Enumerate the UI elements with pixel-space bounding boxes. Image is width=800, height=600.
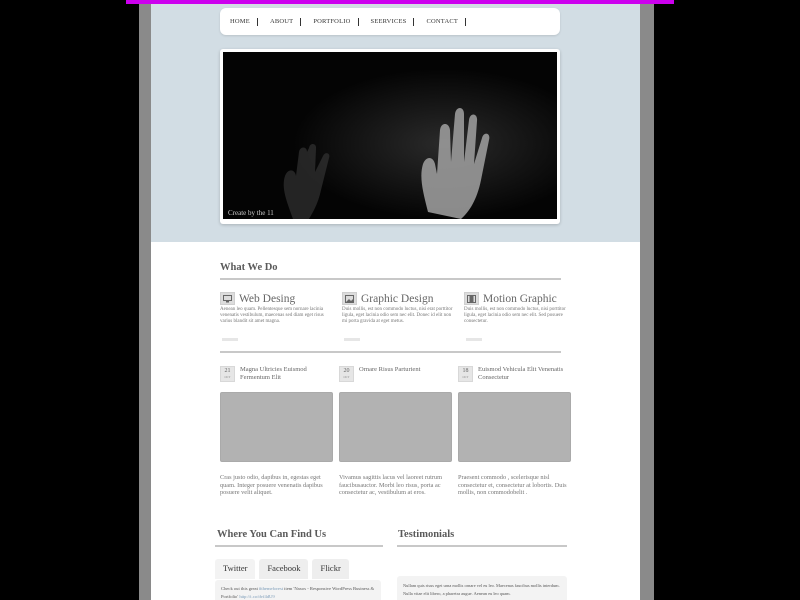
tab-twitter[interactable]: Twitter (215, 559, 256, 579)
find-us-rule (215, 545, 383, 547)
read-more-button[interactable] (466, 338, 482, 341)
what-we-do-title: What We Do (220, 262, 278, 273)
testimonials-rule (397, 545, 567, 547)
service-title: Graphic Design (361, 292, 434, 305)
slide-caption: Create by the 11 (228, 209, 274, 217)
what-we-do-rule (220, 278, 561, 280)
date-badge: 20 OCT (339, 366, 354, 382)
blog-post: 18 OCT Euismod Vehicula Elit Venenatis Co… (458, 366, 571, 497)
post-thumbnail[interactable] (220, 392, 333, 462)
nav-portfolio[interactable]: PORTFOLIO (313, 17, 359, 26)
date-badge: 21 OCT (220, 366, 235, 382)
service-text: Duis mollis, est non commodo luctus, nis… (342, 307, 453, 324)
nav-home[interactable]: HOME (230, 17, 258, 26)
service-graphic-design: Graphic Design Duis mollis, est non comm… (342, 292, 454, 341)
service-text: Duis mollis, est non commodo luctus, nis… (464, 307, 566, 324)
post-title[interactable]: Ornare Risus Parturient (359, 366, 420, 374)
film-icon (464, 292, 479, 305)
tweet-text: Check out this great (221, 586, 258, 591)
hero-slider[interactable]: Create by the 11 (220, 49, 560, 224)
read-more-button[interactable] (222, 338, 238, 341)
post-thumbnail[interactable] (339, 392, 452, 462)
image-icon (342, 292, 357, 305)
right-gutter (640, 4, 654, 600)
hand-photo (223, 52, 557, 219)
post-excerpt: Praesent commodo , scelerisque nisl cons… (458, 474, 567, 496)
blog-post: 21 OCT Magna Ultricies Euismod Fermentum … (220, 366, 333, 497)
testimonial-box: Nullam quis risus eget urna mollis ornar… (397, 576, 567, 600)
post-title[interactable]: Magna Ultricies Euismod Fermentum Elit (240, 366, 333, 382)
tweet-url-link[interactable]: http://t.co/dvf4dU9 (239, 594, 274, 599)
read-more-button[interactable] (344, 338, 360, 341)
tab-flickr[interactable]: Flickr (312, 559, 349, 579)
nav-contact[interactable]: CONTACT (426, 17, 467, 26)
tab-facebook[interactable]: Facebook (259, 559, 309, 579)
left-gutter (139, 4, 151, 600)
monitor-icon (220, 292, 235, 305)
tweet-hashtag-link[interactable]: #themeforest (259, 586, 283, 591)
post-thumbnail[interactable] (458, 392, 571, 462)
find-us-title: Where You Can Find Us (217, 529, 327, 540)
service-web-design: Web Desing Aenean leo quam. Pellentesque… (220, 292, 332, 341)
nav-about[interactable]: ABOUT (270, 17, 302, 26)
blog-post: 20 OCT Ornare Risus Parturient Vivamus sa… (339, 366, 452, 497)
testimonial-text: Nullam quis risus eget urna mollis ornar… (403, 583, 560, 596)
services-divider (220, 351, 561, 353)
testimonials-title: Testimonials (398, 529, 455, 540)
service-text: Aenean leo quam. Pellentesque sem nornar… (220, 307, 324, 324)
page: HOME ABOUT PORTFOLIO SEERVICES CONTACT C… (151, 4, 640, 600)
main-nav: HOME ABOUT PORTFOLIO SEERVICES CONTACT (220, 8, 560, 35)
tweet-box: Check out this great #themeforest item '… (215, 580, 381, 600)
post-title[interactable]: Euismod Vehicula Elit Venenatis Consecte… (478, 366, 571, 382)
service-title: Motion Graphic (483, 292, 557, 305)
nav-services[interactable]: SEERVICES (371, 17, 415, 26)
post-excerpt: Cras justo odio, dapibus in, egestas ege… (220, 474, 323, 496)
social-tabs: Twitter Facebook Flickr (215, 559, 349, 579)
slide-image: Create by the 11 (223, 52, 557, 219)
post-excerpt: Vivamus sagittis lacus vel laoreet rutru… (339, 474, 442, 496)
date-badge: 18 OCT (458, 366, 473, 382)
service-title: Web Desing (239, 292, 296, 305)
service-motion-graphic: Motion Graphic Duis mollis, est non comm… (464, 292, 576, 341)
